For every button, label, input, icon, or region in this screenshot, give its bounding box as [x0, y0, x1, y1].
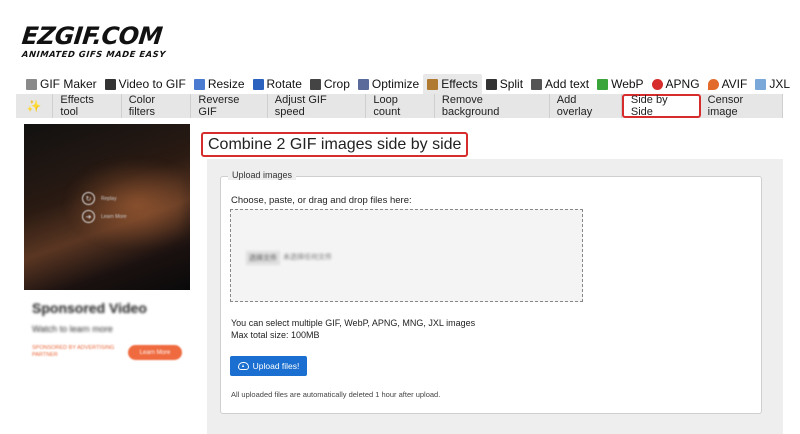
choose-file-button[interactable]: 选择文件	[246, 251, 280, 265]
nav-item-crop[interactable]: Crop	[306, 74, 354, 94]
subnav-censor-image[interactable]: Censor image	[701, 94, 783, 118]
nav-item-jxl[interactable]: JXL	[751, 74, 794, 94]
gif-maker-icon	[26, 78, 37, 90]
video-icon	[104, 78, 116, 90]
ad-sponsor-text: SPONSORED BY ADVERTISING PARTNER	[32, 345, 115, 358]
ad-title: Sponsored Video	[32, 300, 147, 316]
auto-delete-notice: All uploaded files are automatically del…	[231, 390, 441, 399]
upload-button-label: Upload files!	[252, 361, 300, 371]
subnav-side-by-side[interactable]: Side by Side	[621, 94, 701, 118]
no-file-selected-text: 未选择任何文件	[283, 254, 332, 261]
nav-item-apng[interactable]: APNG	[648, 74, 704, 94]
cloud-upload-icon	[237, 362, 249, 370]
replay-icon: ↻	[82, 192, 95, 205]
optimize-icon	[357, 78, 369, 90]
nav-item-webp[interactable]: WebP	[593, 74, 647, 94]
nav-item-video-to-gif[interactable]: Video to GIF	[101, 74, 190, 94]
split-icon	[485, 78, 497, 90]
jxl-icon	[755, 78, 767, 90]
nav-item-rotate[interactable]: Rotate	[249, 74, 306, 94]
subnav-adjust-gif-speed[interactable]: Adjust GIF speed	[268, 94, 367, 118]
subnav-effects-tool[interactable]: Effects tool	[53, 94, 122, 118]
nav-item-split[interactable]: Split	[482, 74, 527, 94]
file-drop-zone[interactable]: 选择文件 未选择任何文件	[230, 209, 583, 302]
learn-more-control[interactable]: ➜ Learn More	[82, 210, 142, 223]
apng-icon	[651, 78, 663, 90]
nav-label: Add text	[545, 77, 590, 91]
nav-item-avif[interactable]: AVIF	[704, 74, 752, 94]
nav-label: Effects	[441, 77, 478, 91]
nav-label: WebP	[611, 77, 644, 91]
logo-tagline: ANIMATED GIFS MADE EASY	[21, 49, 167, 59]
nav-label: Video to GIF	[118, 77, 186, 91]
nav-label: Split	[499, 77, 524, 91]
logo-title: EZGIF.COM	[20, 22, 164, 50]
replay-label: Replay	[101, 195, 117, 202]
subnav-remove-background[interactable]: Remove background	[435, 94, 550, 118]
main-nav: GIF Maker Video to GIF Resize Rotate Cro…	[22, 74, 794, 94]
nav-label: APNG	[665, 77, 700, 91]
webp-icon	[597, 78, 609, 90]
nav-item-optimize[interactable]: Optimize	[354, 74, 423, 94]
effects-sub-nav: ✨ Effects tool Color filters Reverse GIF…	[16, 94, 783, 118]
learn-more-label: Learn More	[101, 213, 127, 220]
nav-item-effects[interactable]: Effects	[423, 74, 482, 94]
nav-label: Optimize	[371, 77, 420, 91]
ad-learn-more-button[interactable]: Learn More	[128, 345, 182, 360]
nav-label: GIF Maker	[40, 77, 97, 91]
add-text-icon	[531, 78, 543, 90]
avif-icon	[707, 78, 719, 90]
upload-legend: Upload images	[228, 170, 297, 180]
nav-label: Crop	[323, 77, 350, 91]
subnav-add-overlay[interactable]: Add overlay	[550, 94, 622, 118]
magic-wand-icon: ✨	[16, 94, 54, 118]
page-title: Combine 2 GIF images side by side	[201, 132, 469, 157]
rotate-icon	[252, 78, 264, 90]
nav-item-add-text[interactable]: Add text	[527, 74, 593, 94]
subnav-color-filters[interactable]: Color filters	[122, 94, 192, 118]
resize-icon	[193, 78, 205, 90]
replay-control[interactable]: ↻ Replay	[82, 192, 142, 205]
supported-formats-text: You can select multiple GIF, WebP, APNG,…	[231, 318, 476, 328]
sponsored-video-player[interactable]: ↻ Replay ➜ Learn More	[24, 124, 190, 290]
max-size-text: Max total size: 100MB	[231, 330, 320, 340]
nav-label: Rotate	[266, 77, 302, 91]
crop-icon	[309, 78, 321, 90]
ad-subtitle: Watch to learn more	[32, 324, 113, 334]
nav-label: JXL	[769, 77, 791, 91]
upload-files-button[interactable]: Upload files!	[230, 356, 307, 376]
subnav-loop-count[interactable]: Loop count	[366, 94, 435, 118]
choose-files-label: Choose, paste, or drag and drop files he…	[231, 195, 412, 206]
subnav-reverse-gif[interactable]: Reverse GIF	[191, 94, 268, 118]
external-link-icon: ➜	[82, 210, 95, 223]
nav-item-resize[interactable]: Resize	[190, 74, 249, 94]
nav-item-gif-maker[interactable]: GIF Maker	[22, 74, 101, 94]
logo[interactable]: EZGIF.COM ANIMATED GIFS MADE EASY	[20, 22, 167, 59]
nav-label: Resize	[207, 77, 245, 91]
effects-icon	[427, 78, 439, 90]
nav-label: AVIF	[721, 77, 748, 91]
